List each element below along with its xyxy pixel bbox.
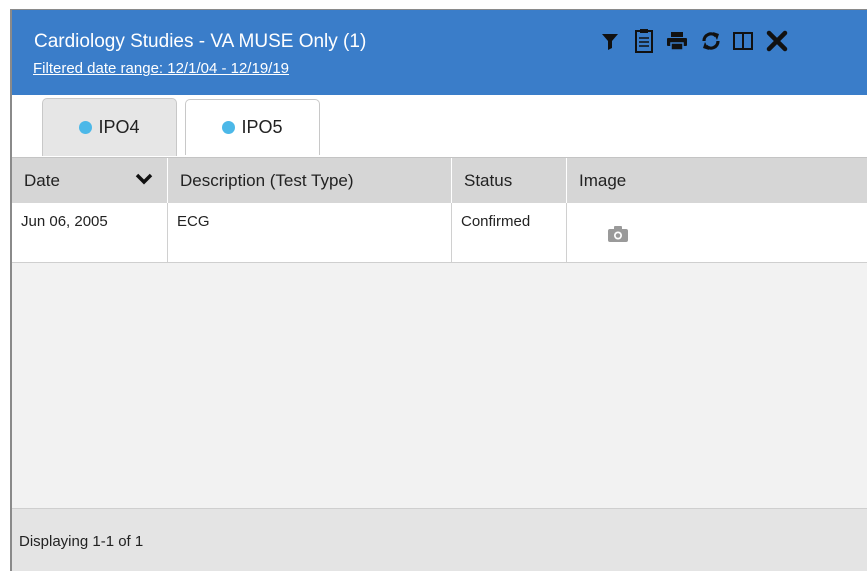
column-header-image[interactable]: Image xyxy=(567,158,867,204)
column-header-description[interactable]: Description (Test Type) xyxy=(168,158,452,204)
tab-ipo5[interactable]: IPO5 xyxy=(185,99,320,155)
table-footer: Displaying 1-1 of 1 xyxy=(12,508,867,571)
column-label: Description (Test Type) xyxy=(180,171,354,190)
paging-status: Displaying 1-1 of 1 xyxy=(19,533,144,550)
status-dot-icon xyxy=(79,121,93,134)
table-row[interactable]: Jun 06, 2005 ECG Confirmed xyxy=(12,203,867,263)
chevron-down-icon[interactable] xyxy=(135,172,153,186)
expand-panel-icon[interactable] xyxy=(730,26,756,56)
column-header-date[interactable]: Date xyxy=(12,158,168,204)
column-header-status[interactable]: Status xyxy=(452,158,567,204)
column-label: Date xyxy=(24,171,60,190)
table-empty-area xyxy=(12,263,867,508)
tab-ipo4[interactable]: IPO4 xyxy=(42,98,177,156)
cardiology-studies-panel: Cardiology Studies - VA MUSE Only (1) Fi… xyxy=(10,9,867,571)
panel-title: Cardiology Studies - VA MUSE Only (1) xyxy=(34,31,367,52)
table-header: Date Description (Test Type) Status Imag… xyxy=(12,157,867,204)
filter-icon[interactable] xyxy=(597,26,623,56)
cell-date: Jun 06, 2005 xyxy=(12,203,168,262)
cell-status: Confirmed xyxy=(452,203,567,262)
column-label: Image xyxy=(579,171,627,190)
filtered-date-range-link[interactable]: Filtered date range: 12/1/04 - 12/19/19 xyxy=(33,60,289,77)
cell-description: ECG xyxy=(168,203,452,262)
status-dot-icon xyxy=(222,121,236,134)
camera-icon[interactable] xyxy=(607,225,629,243)
tab-label: IPO4 xyxy=(98,117,140,137)
print-icon[interactable] xyxy=(664,26,690,56)
panel-header: Cardiology Studies - VA MUSE Only (1) Fi… xyxy=(12,10,867,95)
clipboard-icon[interactable] xyxy=(631,26,657,56)
column-label: Status xyxy=(464,171,513,190)
tab-label: IPO5 xyxy=(241,117,283,137)
tab-bar: IPO4 IPO5 xyxy=(12,95,867,157)
close-icon[interactable] xyxy=(764,26,790,56)
cell-image xyxy=(567,203,867,262)
refresh-icon[interactable] xyxy=(698,26,724,56)
